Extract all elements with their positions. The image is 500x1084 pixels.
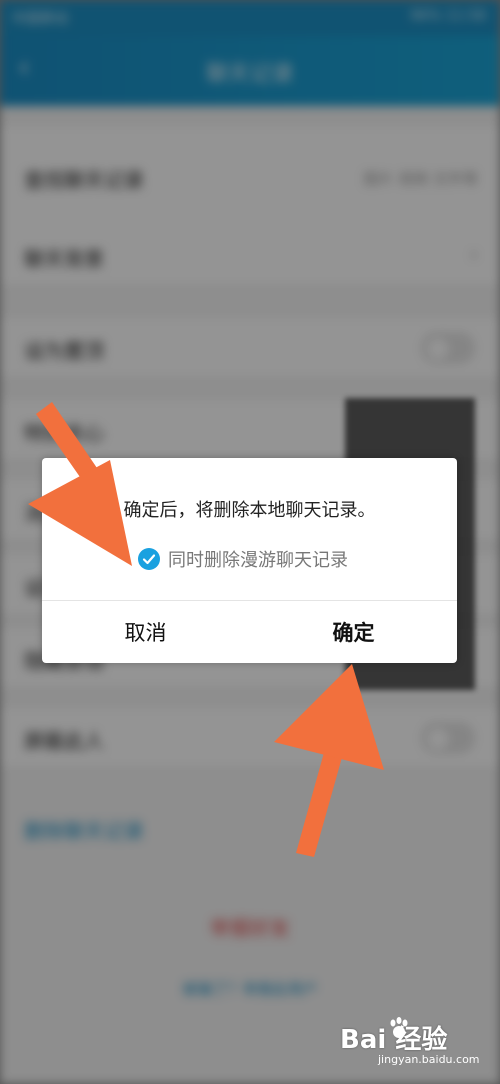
roaming-delete-checkbox[interactable]: 同时删除漫游聊天记录 xyxy=(138,546,348,572)
checkmark-icon[interactable] xyxy=(138,548,160,570)
paw-icon xyxy=(390,1017,408,1038)
confirm-button[interactable]: 确定 xyxy=(250,600,457,663)
watermark-url: jingyan.baidu.com xyxy=(378,1053,480,1066)
dialog-message: 确定后，将删除本地聊天记录。 xyxy=(123,500,376,521)
cancel-button[interactable]: 取消 xyxy=(42,600,249,663)
confirm-dialog: 确定后，将删除本地聊天记录。 同时删除漫游聊天记录 取消 确定 xyxy=(42,458,457,663)
checkbox-label: 同时删除漫游聊天记录 xyxy=(168,550,348,571)
baidu-watermark: Bai 经验 jingyan.baidu.com xyxy=(340,1015,490,1070)
